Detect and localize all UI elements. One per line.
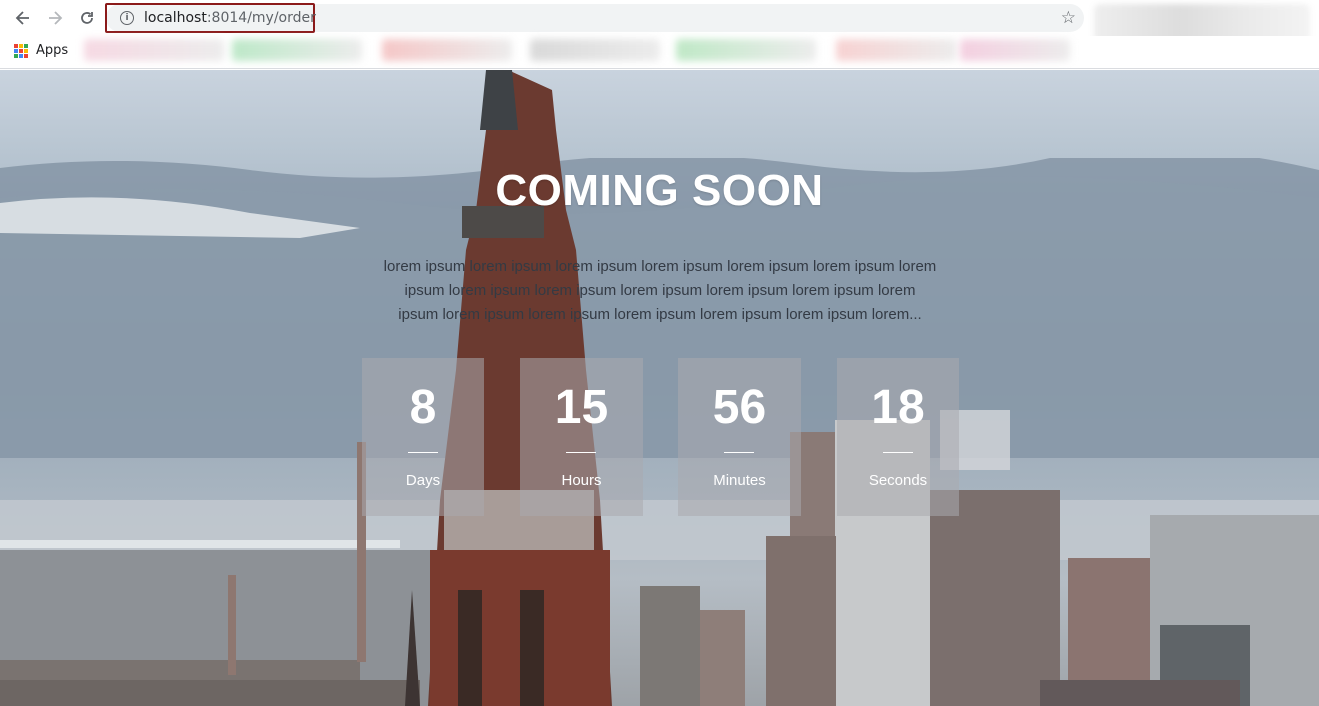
countdown-divider bbox=[883, 452, 913, 453]
browser-toolbar: i localhost:8014/my/order ☆ bbox=[0, 0, 1319, 42]
countdown-minutes-value: 56 bbox=[712, 381, 767, 434]
bookmarks-bar: Apps bbox=[0, 36, 1319, 69]
countdown-hours: 15 Hours bbox=[520, 358, 643, 516]
page-viewport: COMING SOON lorem ipsum lorem ipsum lore… bbox=[0, 70, 1319, 706]
blurred-bookmark[interactable] bbox=[232, 39, 362, 61]
countdown-divider bbox=[566, 452, 596, 453]
countdown-divider bbox=[408, 452, 438, 453]
countdown-seconds: 18 Seconds bbox=[837, 358, 959, 516]
countdown-days: 8 Days bbox=[362, 358, 484, 516]
description-line: ipsum lorem ipsum lorem ipsum lorem ipsu… bbox=[398, 306, 922, 323]
star-icon[interactable]: ☆ bbox=[1061, 8, 1076, 28]
countdown-minutes: 56 Minutes bbox=[678, 358, 801, 516]
countdown-days-label: Days bbox=[405, 472, 441, 489]
apps-grid-icon bbox=[14, 43, 28, 58]
countdown-hours-value: 15 bbox=[554, 381, 609, 434]
url-text[interactable]: localhost:8014/my/order bbox=[144, 10, 316, 26]
blurred-bookmark[interactable] bbox=[530, 39, 660, 61]
description-line: ipsum lorem ipsum lorem ipsum lorem ipsu… bbox=[404, 282, 916, 299]
page-description: lorem ipsum lorem ipsum lorem ipsum lore… bbox=[360, 255, 960, 327]
countdown-minutes-label: Minutes bbox=[713, 472, 766, 489]
arrow-right-icon bbox=[49, 11, 63, 25]
coming-soon-section: COMING SOON lorem ipsum lorem ipsum lore… bbox=[0, 70, 1319, 706]
countdown-days-value: 8 bbox=[409, 381, 437, 434]
url-host: localhost bbox=[144, 10, 207, 26]
blurred-bookmark[interactable] bbox=[84, 39, 224, 61]
back-button[interactable] bbox=[11, 6, 35, 30]
page-title: COMING SOON bbox=[495, 166, 824, 215]
address-bar[interactable]: i localhost:8014/my/order ☆ bbox=[105, 3, 1084, 33]
blurred-bookmark[interactable] bbox=[836, 39, 956, 61]
url-path: :8014/my/order bbox=[206, 10, 316, 26]
info-icon[interactable]: i bbox=[120, 11, 134, 25]
arrow-left-icon bbox=[15, 11, 29, 25]
reload-icon bbox=[81, 12, 93, 24]
apps-label: Apps bbox=[36, 43, 69, 58]
countdown-hours-label: Hours bbox=[561, 472, 602, 489]
blurred-bookmark[interactable] bbox=[960, 39, 1070, 61]
countdown-divider bbox=[724, 452, 754, 453]
forward-button[interactable] bbox=[43, 6, 67, 30]
countdown-seconds-label: Seconds bbox=[868, 472, 928, 489]
blurred-bookmark[interactable] bbox=[676, 39, 816, 61]
description-line: lorem ipsum lorem ipsum lorem ipsum lore… bbox=[383, 258, 937, 275]
blurred-bookmark[interactable] bbox=[382, 39, 512, 61]
apps-shortcut[interactable]: Apps bbox=[14, 43, 68, 58]
reload-button[interactable] bbox=[75, 6, 99, 30]
countdown-seconds-value: 18 bbox=[871, 381, 925, 434]
